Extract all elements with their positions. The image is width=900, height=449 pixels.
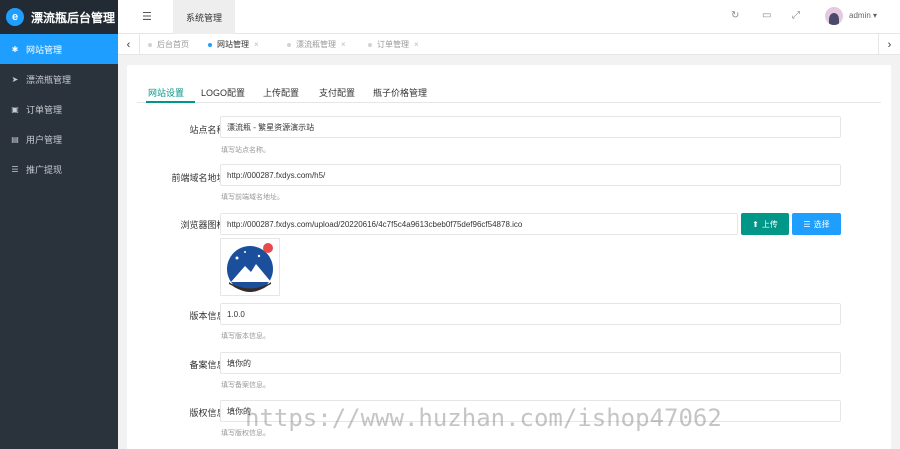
subtab-logo-config[interactable]: LOGO配置 bbox=[201, 86, 245, 99]
refresh-icon[interactable]: ↻ bbox=[731, 10, 739, 21]
user-name: admin bbox=[849, 11, 871, 20]
tab-dot bbox=[368, 42, 372, 47]
logo-icon: e bbox=[6, 8, 24, 26]
settings-card: 网站设置 LOGO配置 上传配置 支付配置 瓶子价格管理 站点名称* 漂流瓶 -… bbox=[127, 65, 891, 449]
sidebar-item-label: 订单管理 bbox=[26, 104, 63, 115]
close-icon[interactable]: × bbox=[254, 40, 259, 49]
subtab-payment-config[interactable]: 支付配置 bbox=[319, 86, 355, 99]
tab-dot bbox=[148, 42, 152, 47]
tab-label: 网站管理 bbox=[217, 40, 249, 49]
tab-dot bbox=[287, 42, 291, 47]
copyright-label: 版权信息* bbox=[189, 408, 231, 418]
gear-icon: ✱ bbox=[11, 44, 19, 54]
tab-bottle-management[interactable]: 漂流瓶管理 × bbox=[287, 34, 346, 55]
icp-hint: 填写备案信息。 bbox=[221, 382, 270, 389]
fullscreen-icon[interactable]: ⤢ bbox=[792, 10, 800, 21]
sidebar-item-label: 推广提现 bbox=[26, 164, 63, 175]
tabs-scroll-right-icon[interactable]: › bbox=[878, 34, 900, 55]
active-subtab-indicator bbox=[146, 101, 195, 103]
tab-label: 后台首页 bbox=[157, 40, 189, 49]
watermark: https://www.huzhan.com/ishop47062 bbox=[245, 404, 722, 432]
subtab-bottle-price[interactable]: 瓶子价格管理 bbox=[373, 86, 427, 99]
list-icon: ☰ bbox=[803, 219, 811, 229]
tabs-scroll-left-icon[interactable]: ‹ bbox=[118, 34, 140, 55]
paper-plane-icon: ➤ bbox=[11, 74, 19, 84]
close-icon[interactable]: × bbox=[414, 40, 419, 49]
subtab-upload-config[interactable]: 上传配置 bbox=[263, 86, 299, 99]
close-icon[interactable]: × bbox=[341, 40, 346, 49]
upload-button[interactable]: ⬆ 上传 bbox=[741, 213, 789, 235]
favicon-input[interactable]: http://000287.fxdys.com/upload/20220616/… bbox=[220, 213, 738, 235]
favicon-image bbox=[227, 243, 273, 292]
trash-icon[interactable]: ▭ bbox=[762, 10, 771, 21]
domain-input[interactable]: http://000287.fxdys.com/h5/ bbox=[220, 164, 841, 186]
sidebar-item-label: 用户管理 bbox=[26, 134, 63, 145]
user-card-icon: ▤ bbox=[11, 134, 19, 144]
tab-dot bbox=[208, 42, 212, 47]
sidebar-item-label: 漂流瓶管理 bbox=[26, 74, 72, 85]
domain-label: 前端域名地址* bbox=[171, 173, 231, 183]
sidebar-item-label: 网站管理 bbox=[26, 44, 63, 55]
version-input[interactable]: 1.0.0 bbox=[220, 303, 841, 325]
top-header: ☰ 系统管理 ↻ ▭ ⤢ admin ▾ bbox=[118, 0, 900, 34]
version-label: 版本信息* bbox=[189, 311, 231, 321]
user-menu[interactable]: admin ▾ bbox=[849, 11, 877, 20]
tab-site-management[interactable]: 网站管理 × bbox=[208, 34, 259, 55]
header-tab-system[interactable]: 系统管理 bbox=[173, 0, 235, 34]
sidebar-item-order-management[interactable]: ▣ 订单管理 bbox=[0, 94, 118, 124]
tab-label: 漂流瓶管理 bbox=[296, 40, 336, 49]
avatar[interactable] bbox=[825, 7, 843, 25]
sidebar: e 漂流瓶后台管理 ✱ 网站管理 ➤ 漂流瓶管理 ▣ 订单管理 ▤ 用户管理 ☰… bbox=[0, 0, 118, 449]
select-button[interactable]: ☰ 选择 bbox=[792, 213, 841, 235]
site-name-hint: 填写站点名称。 bbox=[221, 147, 270, 154]
hamburger-icon[interactable]: ☰ bbox=[142, 10, 152, 23]
chevron-down-icon: ▾ bbox=[873, 11, 878, 20]
sidebar-item-user-management[interactable]: ▤ 用户管理 bbox=[0, 124, 118, 154]
icp-input[interactable]: 填你的 bbox=[220, 352, 841, 374]
icp-label: 备案信息* bbox=[189, 360, 231, 370]
favicon-label: 浏览器图标* bbox=[180, 220, 231, 230]
settings-subtabs: 网站设置 LOGO配置 上传配置 支付配置 瓶子价格管理 bbox=[137, 81, 881, 103]
sidebar-item-site-management[interactable]: ✱ 网站管理 bbox=[0, 34, 118, 64]
upload-icon: ⬆ bbox=[752, 219, 759, 229]
brand-title: 漂流瓶后台管理 bbox=[31, 10, 116, 25]
domain-hint: 填写前端域名地址。 bbox=[221, 194, 284, 201]
calendar-icon: ▣ bbox=[11, 104, 19, 114]
tab-order-management[interactable]: 订单管理 × bbox=[368, 34, 419, 55]
tab-label: 订单管理 bbox=[377, 40, 409, 49]
favicon-preview bbox=[220, 238, 280, 296]
site-name-label: 站点名称* bbox=[189, 125, 231, 135]
brand[interactable]: e 漂流瓶后台管理 bbox=[0, 0, 118, 34]
sidebar-item-withdrawal[interactable]: ☰ 推广提现 bbox=[0, 154, 118, 184]
list-icon: ☰ bbox=[11, 164, 19, 174]
version-hint: 填写版本信息。 bbox=[221, 333, 270, 340]
site-name-input[interactable]: 漂流瓶 - 繁星资源演示站 bbox=[220, 116, 841, 138]
sidebar-item-bottle-management[interactable]: ➤ 漂流瓶管理 bbox=[0, 64, 118, 94]
subtab-site-settings[interactable]: 网站设置 bbox=[148, 86, 184, 99]
tab-home[interactable]: 后台首页 bbox=[148, 34, 189, 55]
page-tabs-bar: ‹ 后台首页 网站管理 × 漂流瓶管理 × 订单管理 × › bbox=[118, 34, 900, 55]
